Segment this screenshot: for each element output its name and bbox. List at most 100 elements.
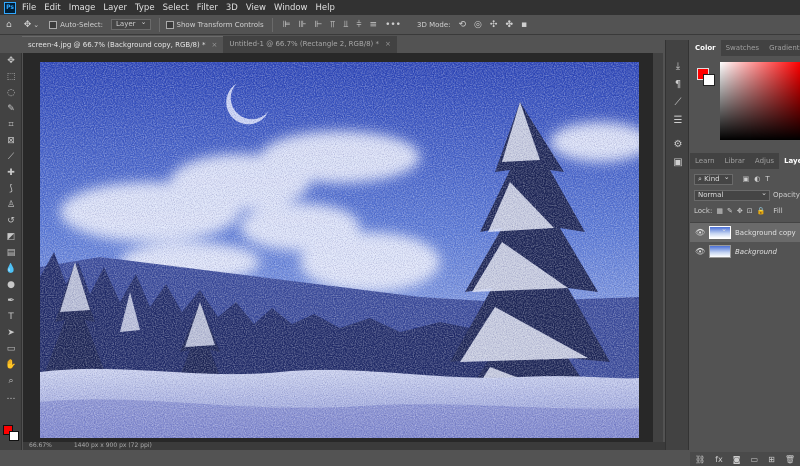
chevron-down-icon[interactable]: ⌄	[33, 21, 39, 29]
menu-edit[interactable]: Edit	[44, 3, 60, 13]
lock-image-icon[interactable]: ✎	[727, 207, 733, 215]
menu-file[interactable]: File	[22, 3, 36, 13]
hand-tool-icon[interactable]: ✋	[0, 357, 22, 373]
eyedropper-tool-icon[interactable]: ⟋	[0, 149, 22, 165]
brush-settings-icon[interactable]: ⟋	[666, 94, 690, 112]
tab-swatches[interactable]: Swatches	[721, 40, 764, 56]
align-bottom-icon[interactable]: ⫩	[356, 20, 361, 30]
orbit-3d-icon[interactable]: ⟲	[459, 20, 467, 30]
menu-type[interactable]: Type	[135, 3, 155, 13]
eraser-tool-icon[interactable]: ◩	[0, 229, 22, 245]
tab-untitled-1[interactable]: Untitled-1 @ 66.7% (Rectangle 2, RGB/8) …	[223, 36, 397, 53]
layer-kind-filter[interactable]: ⌕ Kind	[694, 173, 733, 185]
close-icon[interactable]: ×	[211, 41, 217, 49]
rectangle-tool-icon[interactable]: ▭	[0, 341, 22, 357]
adjustment-filter-icon[interactable]: ◐	[754, 175, 760, 183]
auto-select-check[interactable]	[49, 20, 58, 29]
menu-select[interactable]: Select	[163, 3, 189, 13]
more-tools-icon[interactable]: …	[0, 389, 22, 405]
type-tool-icon[interactable]: T	[0, 309, 22, 325]
adjustments-panel-icon[interactable]: ☰	[666, 112, 690, 130]
tools-panel: ✥ ⬚ ◌ ✎ ⌗ ⊠ ⟋ ✚ ⟆ ♙ ↺ ◩ ▤ 💧 ● ✒ T ➤ ▭ ✋ …	[0, 53, 22, 450]
auto-select-dropdown[interactable]: Layer	[111, 18, 151, 30]
layer-background[interactable]: 👁 Background	[690, 242, 800, 261]
new-group-icon[interactable]: ▭	[751, 455, 759, 464]
scale-3d-icon[interactable]: ▪	[521, 20, 527, 30]
move-tool-icon[interactable]: ✥	[24, 20, 32, 30]
tab-learn[interactable]: Learn	[690, 153, 720, 169]
align-top-icon[interactable]: ⫪	[330, 20, 335, 30]
eye-icon[interactable]: 👁	[695, 228, 705, 237]
crop-tool-icon[interactable]: ⌗	[0, 117, 22, 133]
lock-position-icon[interactable]: ✥	[737, 207, 743, 215]
tab-color[interactable]: Color	[690, 40, 721, 56]
lock-all-icon[interactable]: 🔒	[757, 207, 766, 215]
history-panel-icon[interactable]: ⤓	[666, 58, 690, 76]
lasso-tool-icon[interactable]: ◌	[0, 85, 22, 101]
eye-icon[interactable]: 👁	[695, 247, 705, 256]
clone-stamp-tool-icon[interactable]: ♙	[0, 197, 22, 213]
blur-tool-icon[interactable]: 💧	[0, 261, 22, 277]
more-options-icon[interactable]: •••	[385, 20, 401, 30]
color-picker-field[interactable]	[720, 62, 800, 140]
dodge-tool-icon[interactable]: ●	[0, 277, 22, 293]
roll-3d-icon[interactable]: ◎	[474, 20, 482, 30]
properties-panel-icon[interactable]: ⚙	[666, 136, 690, 154]
show-transform-check[interactable]	[165, 20, 174, 29]
distribute-icon[interactable]: ≡	[370, 20, 378, 30]
trash-icon[interactable]: 🗑	[785, 455, 795, 464]
tab-adjustments[interactable]: Adjus	[750, 153, 779, 169]
menu-help[interactable]: Help	[316, 3, 335, 13]
align-middle-icon[interactable]: ⫫	[343, 20, 348, 30]
pan-3d-icon[interactable]: ✣	[490, 20, 498, 30]
background-color-swatch[interactable]	[703, 74, 715, 86]
lock-artboard-icon[interactable]: ⊡	[747, 207, 753, 215]
new-layer-icon[interactable]: ⊞	[768, 455, 775, 464]
blend-mode-dropdown[interactable]: Normal	[694, 189, 770, 201]
align-right-icon[interactable]: ⊩	[314, 20, 322, 30]
fx-icon[interactable]: fx	[715, 455, 723, 464]
home-icon[interactable]: ⌂	[6, 20, 12, 30]
frame-tool-icon[interactable]: ⊠	[0, 133, 22, 149]
pen-tool-icon[interactable]: ✒	[0, 293, 22, 309]
background-color-swatch[interactable]	[9, 431, 19, 441]
path-select-tool-icon[interactable]: ➤	[0, 325, 22, 341]
marquee-tool-icon[interactable]: ⬚	[0, 69, 22, 85]
document-canvas[interactable]	[40, 62, 639, 438]
move-tool-icon[interactable]: ✥	[0, 53, 22, 69]
history-brush-tool-icon[interactable]: ↺	[0, 213, 22, 229]
tab-layers[interactable]: Layers	[779, 153, 800, 169]
quick-select-tool-icon[interactable]: ✎	[0, 101, 22, 117]
lock-label: Lock:	[694, 207, 713, 215]
vertical-scrollbar[interactable]	[653, 53, 663, 442]
paragraph-panel-icon[interactable]: ¶	[666, 76, 690, 94]
brush-tool-icon[interactable]: ⟆	[0, 181, 22, 197]
menu-view[interactable]: View	[246, 3, 266, 13]
link-layers-icon[interactable]: ⛓	[695, 455, 705, 464]
tab-gradients[interactable]: Gradients	[764, 40, 800, 56]
menu-layer[interactable]: Layer	[103, 3, 127, 13]
type-filter-icon[interactable]: T	[765, 175, 769, 183]
show-transform-controls-checkbox[interactable]: Show Transform Controls	[165, 19, 264, 31]
auto-select-checkbox[interactable]: Auto-Select:	[49, 19, 103, 31]
lock-transparent-icon[interactable]: ▦	[716, 207, 723, 215]
menu-filter[interactable]: Filter	[197, 3, 218, 13]
close-icon[interactable]: ×	[385, 40, 391, 48]
add-mask-icon[interactable]: ◙	[733, 455, 741, 464]
layer-thumbnail	[709, 245, 731, 258]
menu-image[interactable]: Image	[69, 3, 96, 13]
menu-window[interactable]: Window	[274, 3, 308, 13]
slide-3d-icon[interactable]: ✤	[505, 20, 513, 30]
menu-3d[interactable]: 3D	[226, 3, 238, 13]
image-filter-icon[interactable]: ▣	[743, 175, 750, 183]
align-left-icon[interactable]: ⊫	[283, 20, 291, 30]
tab-libraries[interactable]: Librar	[720, 153, 750, 169]
zoom-tool-icon[interactable]: ⌕	[0, 373, 22, 389]
align-center-icon[interactable]: ⊪	[299, 20, 307, 30]
layer-background-copy[interactable]: 👁 Background copy	[690, 223, 800, 242]
zoom-level[interactable]: 66.67%	[29, 442, 52, 449]
libraries-panel-icon[interactable]: ▣	[666, 154, 690, 172]
gradient-tool-icon[interactable]: ▤	[0, 245, 22, 261]
healing-brush-tool-icon[interactable]: ✚	[0, 165, 22, 181]
tab-screen-4[interactable]: screen-4.jpg @ 66.7% (Background copy, R…	[22, 36, 224, 53]
